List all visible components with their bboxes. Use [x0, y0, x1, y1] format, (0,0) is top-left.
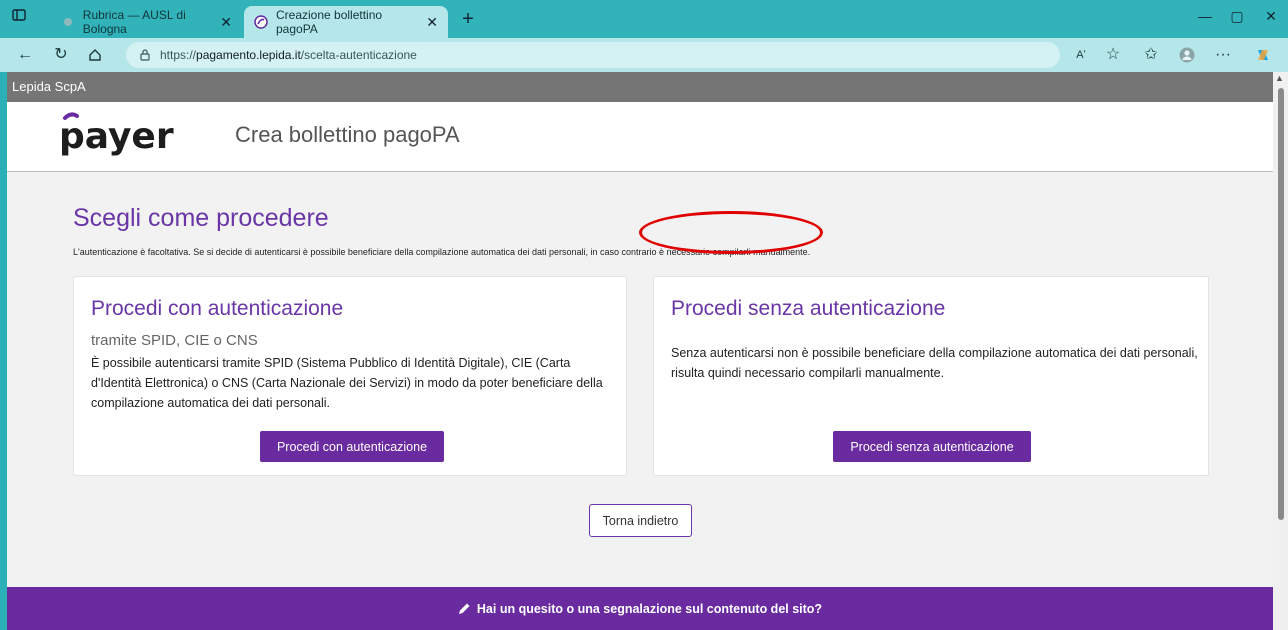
logo-text: payer	[59, 116, 174, 157]
page-viewport: Lepida ScpA payer Crea bollettino pagoPA…	[7, 72, 1273, 630]
auth-card-subtitle: tramite SPID, CIE o CNS	[91, 332, 258, 349]
new-tab-button[interactable]: +	[456, 8, 480, 32]
red-ellipse-annotation	[639, 211, 823, 254]
page-title: Crea bollettino pagoPA	[235, 122, 460, 147]
lock-icon	[140, 49, 150, 61]
minimize-icon[interactable]: —	[1190, 8, 1220, 24]
read-aloud-icon[interactable]: Aʹ	[1070, 44, 1092, 66]
browser-toolbar: ← ↻ https://pagamento.lepida.it/scelta-a…	[0, 38, 1288, 72]
favorites-list-icon[interactable]: ✩	[1140, 44, 1162, 66]
tab-creazione-bollettino[interactable]: Creazione bollettino pagoPA ✕	[244, 6, 448, 38]
site-favicon-icon	[62, 15, 75, 29]
address-bar[interactable]: https://pagamento.lepida.it/scelta-auten…	[126, 42, 1060, 68]
proceed-with-auth-button[interactable]: Procedi con autenticazione	[260, 431, 444, 462]
url-path: /scelta-autenticazione	[300, 48, 417, 62]
tab-actions-icon[interactable]	[4, 8, 34, 25]
section-heading: Scegli come procedere	[73, 204, 329, 232]
scroll-up-arrow-icon[interactable]: ▲	[1275, 73, 1284, 83]
proceed-without-auth-button[interactable]: Procedi senza autenticazione	[833, 431, 1031, 462]
auth-card-title: Procedi con autenticazione	[91, 297, 344, 320]
payer-logo[interactable]: payer	[55, 110, 205, 167]
site-header: payer Crea bollettino pagoPA	[7, 102, 1273, 172]
payer-favicon-icon	[254, 15, 268, 29]
noauth-card-title: Procedi senza autenticazione	[671, 297, 946, 320]
profile-avatar-icon[interactable]	[1176, 44, 1198, 66]
scrollbar-thumb[interactable]	[1278, 88, 1284, 520]
restore-icon[interactable]: ▢	[1222, 8, 1252, 25]
scrollbar[interactable]: ▲	[1273, 72, 1288, 630]
url-prefix: https://	[160, 48, 197, 62]
tab-title: Creazione bollettino pagoPA	[276, 8, 383, 36]
url-domain: pagamento.lepida.it	[196, 48, 301, 62]
more-options-icon[interactable]: ···	[1212, 44, 1234, 66]
noauth-card: Procedi senza autenticazione Senza auten…	[653, 276, 1209, 476]
close-window-icon[interactable]: ✕	[1256, 8, 1286, 25]
auth-card-body: È possibile autenticarsi tramite SPID (S…	[91, 356, 603, 410]
home-icon[interactable]	[84, 44, 106, 66]
refresh-icon[interactable]: ↻	[50, 44, 72, 66]
back-button[interactable]: Torna indietro	[589, 504, 692, 537]
pencil-icon	[458, 602, 471, 615]
noauth-card-body: Senza autenticarsi non è possibile benef…	[671, 346, 1198, 380]
close-tab-icon[interactable]: ✕	[426, 14, 438, 31]
tab-title: Rubrica — AUSL di Bologna	[82, 8, 186, 36]
auth-card: Procedi con autenticazione tramite SPID,…	[73, 276, 627, 476]
footer-text: Hai un quesito o una segnalazione sul co…	[476, 601, 823, 616]
close-tab-icon[interactable]: ✕	[220, 14, 232, 31]
back-arrow-icon[interactable]: ←	[14, 44, 36, 66]
copilot-icon[interactable]	[1252, 44, 1274, 66]
tab-rubrica[interactable]: Rubrica — AUSL di Bologna ✕	[52, 6, 242, 38]
org-bar: Lepida ScpA	[7, 72, 1273, 102]
feedback-footer[interactable]: Hai un quesito o una segnalazione sul co…	[7, 587, 1273, 630]
favorite-star-icon[interactable]: ☆	[1102, 44, 1124, 66]
browser-tab-bar: Rubrica — AUSL di Bologna ✕ Creazione bo…	[0, 0, 1288, 38]
